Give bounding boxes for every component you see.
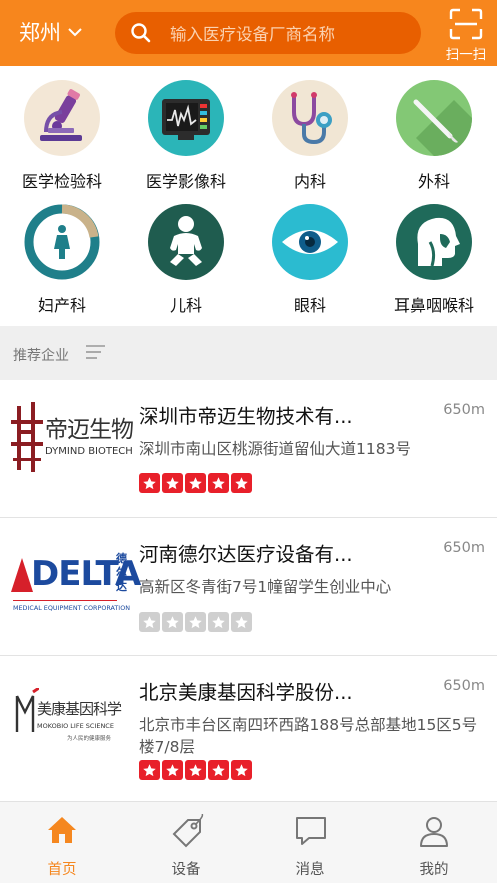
city-label: 郑州 xyxy=(19,21,61,45)
company-address: 高新区冬青街7号1幢留学生创业中心 xyxy=(139,578,392,596)
logo-en-text: MEDICAL EQUIPMENT CORPORATION xyxy=(13,604,131,612)
bottom-tab-bar: 首页 设备 消息 我的 xyxy=(0,801,497,883)
logo-en-text: MOKOBIO LIFE SCIENCE xyxy=(37,722,114,730)
category-lab-medicine[interactable]: 医学检验科 xyxy=(0,80,124,200)
company-address: 北京市丰台区南四环西路188号总部基地15区5号楼7/8层 xyxy=(139,716,478,756)
star-icon xyxy=(231,760,252,780)
star-icon xyxy=(185,473,206,493)
tab-label: 首页 xyxy=(47,862,77,878)
category-imaging[interactable]: 医学影像科 xyxy=(124,80,248,200)
company-distance: 650m xyxy=(443,678,485,694)
star-icon xyxy=(139,473,160,493)
category-label: 耳鼻咽喉科 xyxy=(393,296,474,315)
category-ophthalmology[interactable]: 眼科 xyxy=(248,204,372,324)
logo-side-text: 德尔达 xyxy=(116,552,127,593)
user-icon xyxy=(420,817,448,847)
star-icon xyxy=(162,760,183,780)
category-obstetrics[interactable]: 妇产科 xyxy=(0,204,124,324)
company-logo: DELTA 德尔达 MEDICAL EQUIPMENT CORPORATION xyxy=(11,546,141,646)
star-icon xyxy=(208,760,229,780)
category-label: 外科 xyxy=(417,172,450,191)
eye-icon xyxy=(272,204,348,280)
logo-en-text: DYMIND BIOTECH xyxy=(45,446,133,457)
tab-messages[interactable]: 消息 xyxy=(248,802,372,883)
rating-stars xyxy=(139,612,252,632)
scalpel-icon xyxy=(396,80,472,156)
rating-stars xyxy=(139,760,252,780)
search-input[interactable]: 输入医疗设备厂商名称 xyxy=(115,12,421,54)
category-label: 眼科 xyxy=(293,296,326,315)
star-icon xyxy=(208,473,229,493)
star-icon xyxy=(162,473,183,493)
tab-home[interactable]: 首页 xyxy=(0,802,124,883)
logo-divider xyxy=(13,600,117,601)
scan-icon xyxy=(449,8,483,40)
search-icon xyxy=(131,23,151,43)
category-pediatrics[interactable]: 儿科 xyxy=(124,204,248,324)
category-surgery[interactable]: 外科 xyxy=(372,80,496,200)
category-label: 医学检验科 xyxy=(21,172,102,191)
top-header: 郑州 输入医疗设备厂商名称 扫一扫 xyxy=(0,0,497,66)
star-icon xyxy=(208,612,229,632)
woman-icon xyxy=(24,204,100,280)
stethoscope-icon xyxy=(272,80,348,156)
star-icon xyxy=(231,612,252,632)
tab-devices[interactable]: 设备 xyxy=(124,802,248,883)
baby-icon xyxy=(148,204,224,280)
company-name: 深圳市帝迈生物技术有... xyxy=(139,405,353,428)
company-item[interactable]: DELTA 德尔达 MEDICAL EQUIPMENT CORPORATION … xyxy=(0,518,497,656)
star-icon xyxy=(185,760,206,780)
star-icon xyxy=(162,612,183,632)
company-address: 深圳市南山区桃源街道留仙大道1183号 xyxy=(139,440,411,458)
tag-icon xyxy=(172,814,204,848)
company-logo: 美康基因科学 MOKOBIO LIFE SCIENCE 为人民的健康服务 xyxy=(11,682,129,782)
star-icon xyxy=(231,473,252,493)
company-logo: 帝迈生物 DYMIND BIOTECH xyxy=(11,398,134,498)
category-label: 妇产科 xyxy=(37,296,86,315)
star-icon xyxy=(139,760,160,780)
tab-label: 消息 xyxy=(295,862,325,878)
head-profile-icon xyxy=(396,204,472,280)
recommended-title: 推荐企业 xyxy=(13,348,69,364)
star-icon xyxy=(139,612,160,632)
recommended-header: 推荐企业 xyxy=(0,326,497,380)
search-placeholder: 输入医疗设备厂商名称 xyxy=(170,25,335,44)
microscope-icon xyxy=(24,80,100,156)
rating-stars xyxy=(139,473,252,493)
list-icon xyxy=(86,345,105,359)
logo-cn-text: 帝迈生物 xyxy=(45,417,134,443)
company-item[interactable]: 帝迈生物 DYMIND BIOTECH 深圳市帝迈生物技术有... 650m 深… xyxy=(0,380,497,518)
category-ent[interactable]: 耳鼻咽喉科 xyxy=(372,204,496,324)
company-item[interactable]: 美康基因科学 MOKOBIO LIFE SCIENCE 为人民的健康服务 北京美… xyxy=(0,656,497,802)
tab-label: 设备 xyxy=(171,862,201,878)
scan-button[interactable]: 扫一扫 xyxy=(440,6,492,63)
logo-tagline-text: 为人民的健康服务 xyxy=(67,736,112,742)
tab-label: 我的 xyxy=(419,862,449,878)
company-distance: 650m xyxy=(443,402,485,418)
monitor-icon xyxy=(148,80,224,156)
category-label: 儿科 xyxy=(169,296,202,315)
tab-profile[interactable]: 我的 xyxy=(372,802,496,883)
category-internal-medicine[interactable]: 内科 xyxy=(248,80,372,200)
category-label: 内科 xyxy=(293,172,326,191)
company-distance: 650m xyxy=(443,540,485,556)
category-label: 医学影像科 xyxy=(145,172,226,191)
company-name: 北京美康基因科学股份... xyxy=(139,681,353,704)
company-name: 河南德尔达医疗设备有... xyxy=(139,543,353,566)
scan-label: 扫一扫 xyxy=(445,47,487,63)
star-icon xyxy=(185,612,206,632)
chevron-down-icon xyxy=(68,28,82,37)
message-icon xyxy=(296,817,326,845)
logo-cn-text: 美康基因科学 xyxy=(37,700,122,718)
city-selector[interactable]: 郑州 xyxy=(19,16,83,48)
home-icon xyxy=(48,817,76,843)
category-grid: 医学检验科 医学影像科 内科 外科 妇产科 儿科 眼科 耳鼻咽喉科 xyxy=(0,66,497,326)
